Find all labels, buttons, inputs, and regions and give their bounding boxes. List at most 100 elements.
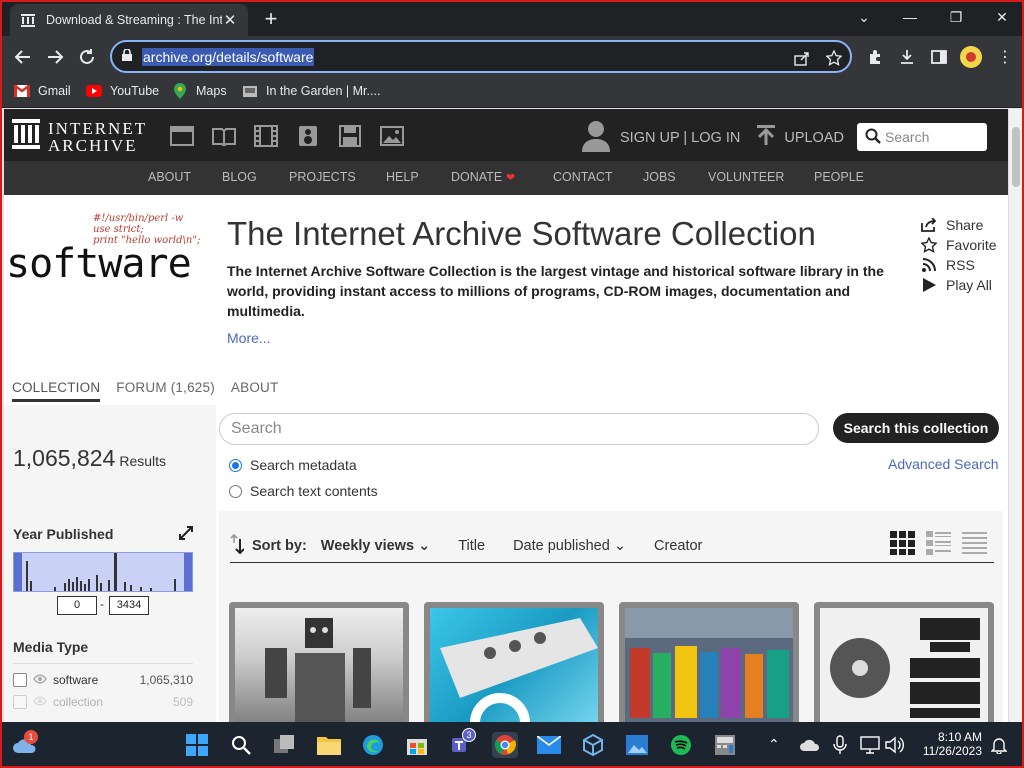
network-icon[interactable] <box>857 732 883 758</box>
task-view-icon[interactable] <box>272 732 298 758</box>
web-icon[interactable] <box>169 125 194 147</box>
checkbox[interactable] <box>13 695 27 709</box>
microphone-icon[interactable] <box>827 732 853 758</box>
ia-logo[interactable]: INTERNET ARCHIVE <box>12 119 147 154</box>
radio-search-metadata[interactable]: Search metadata <box>229 457 357 473</box>
start-icon[interactable] <box>184 732 210 758</box>
texts-icon[interactable] <box>211 125 236 147</box>
tray-chevron-icon[interactable]: ⌃ <box>768 736 780 753</box>
nav-people[interactable]: PEOPLE <box>814 170 864 184</box>
favorite-action[interactable]: Favorite <box>920 235 997 255</box>
search-collection-button[interactable]: Search this collection <box>833 413 999 443</box>
sort-title[interactable]: Title <box>458 538 485 554</box>
share-page-icon[interactable] <box>792 48 812 68</box>
nav-projects[interactable]: PROJECTS <box>289 170 356 184</box>
bookmark-garden[interactable]: In the Garden | Mr.... <box>242 83 380 99</box>
sort-date-published[interactable]: Date published ⌄ <box>513 538 626 554</box>
histogram-left-handle[interactable] <box>14 553 22 591</box>
nav-about[interactable]: ABOUT <box>148 170 191 184</box>
minimize-button[interactable]: — <box>890 6 930 28</box>
extensions-icon[interactable] <box>862 44 888 70</box>
side-panel-icon[interactable] <box>926 44 952 70</box>
browser-tab-active[interactable]: Download & Streaming : The Inte ✕ <box>10 4 248 36</box>
notifications-icon[interactable] <box>986 732 1012 758</box>
signup-login-link[interactable]: SIGN UP | LOG IN <box>620 130 740 146</box>
software-icon[interactable] <box>337 125 362 147</box>
tab-collection[interactable]: COLLECTION <box>12 380 101 402</box>
bookmark-star-icon[interactable] <box>824 48 844 68</box>
photos-icon[interactable] <box>624 732 650 758</box>
mail-icon[interactable] <box>536 732 562 758</box>
expand-icon[interactable] <box>178 525 194 546</box>
list-detail-view-icon[interactable] <box>926 531 951 560</box>
audio-icon[interactable] <box>295 125 320 147</box>
forward-icon[interactable] <box>42 44 68 70</box>
share-action[interactable]: Share <box>920 215 997 235</box>
more-link[interactable]: More... <box>227 330 271 346</box>
nav-blog[interactable]: BLOG <box>222 170 257 184</box>
bookmark-maps[interactable]: Maps <box>172 83 227 99</box>
collection-search-input[interactable]: Search <box>219 413 819 445</box>
page-scrollbar[interactable] <box>1008 109 1022 722</box>
advanced-search-link[interactable]: Advanced Search <box>888 456 999 472</box>
edge-icon[interactable] <box>360 732 386 758</box>
result-tile[interactable] <box>619 602 799 722</box>
new-tab-button[interactable]: + <box>258 6 284 32</box>
upload-link[interactable]: UPLOAD <box>784 130 844 146</box>
tab-search-icon[interactable]: ⌄ <box>844 6 884 28</box>
onedrive-icon[interactable] <box>797 732 823 758</box>
nav-volunteer[interactable]: VOLUNTEER <box>708 170 784 184</box>
media-row-collection[interactable]: collection 509 <box>13 695 193 709</box>
video-icon[interactable] <box>253 125 278 147</box>
chrome-icon[interactable] <box>492 732 518 758</box>
nav-help[interactable]: HELP <box>386 170 419 184</box>
clock[interactable]: 8:10 AM 11/26/2023 <box>918 730 982 758</box>
tab-about[interactable]: ABOUT <box>231 380 279 402</box>
calculator-icon[interactable] <box>712 732 738 758</box>
radio-button-selected[interactable] <box>229 458 242 472</box>
result-tile[interactable] <box>229 602 409 722</box>
tab-close-icon[interactable]: ✕ <box>222 11 238 29</box>
checkbox[interactable] <box>13 673 27 687</box>
year-max-input[interactable]: 3434 <box>109 596 149 615</box>
sort-creator[interactable]: Creator <box>654 538 702 554</box>
eye-icon[interactable] <box>33 673 47 687</box>
download-icon[interactable] <box>894 44 920 70</box>
url-text[interactable]: archive.org/details/software <box>142 47 315 66</box>
close-window-button[interactable]: ✕ <box>982 6 1022 28</box>
nav-donate[interactable]: DONATE <box>451 170 502 184</box>
ia-search-input[interactable]: Search <box>857 123 987 151</box>
nav-contact[interactable]: CONTACT <box>553 170 613 184</box>
upload-icon[interactable] <box>756 125 776 151</box>
radio-search-text[interactable]: Search text contents <box>229 483 378 499</box>
file-explorer-icon[interactable] <box>316 732 342 758</box>
address-bar[interactable]: archive.org/details/software <box>110 40 852 73</box>
store-icon[interactable] <box>404 732 430 758</box>
search-taskbar-icon[interactable] <box>228 732 254 758</box>
restore-button[interactable]: ❐ <box>936 6 976 28</box>
play-all-action[interactable]: Play All <box>920 275 997 295</box>
result-tile[interactable] <box>424 602 604 722</box>
bookmark-gmail[interactable]: Gmail <box>14 83 71 99</box>
back-icon[interactable] <box>10 44 36 70</box>
year-min-input[interactable]: 0 <box>57 596 97 615</box>
tab-forum[interactable]: FORUM (1,625) <box>116 380 215 402</box>
volume-icon[interactable] <box>882 732 908 758</box>
reload-icon[interactable] <box>74 44 100 70</box>
grid-view-icon[interactable] <box>890 531 915 560</box>
histogram-right-handle[interactable] <box>184 553 192 591</box>
images-icon[interactable] <box>379 125 404 147</box>
sort-weekly-views[interactable]: Weekly views ⌄ <box>321 538 430 554</box>
virtualbox-icon[interactable] <box>580 732 606 758</box>
nav-jobs[interactable]: JOBS <box>643 170 676 184</box>
result-tile[interactable] <box>814 602 994 722</box>
spotify-icon[interactable] <box>668 732 694 758</box>
scrollbar-thumb[interactable] <box>1012 127 1020 187</box>
menu-kebab-icon[interactable]: ⋮ <box>992 44 1018 70</box>
bookmark-youtube[interactable]: YouTube <box>86 83 159 99</box>
profile-avatar[interactable] <box>958 44 984 70</box>
rss-action[interactable]: RSS <box>920 255 997 275</box>
list-compact-view-icon[interactable] <box>962 531 987 560</box>
radio-button[interactable] <box>229 484 242 498</box>
year-histogram[interactable] <box>13 552 193 592</box>
